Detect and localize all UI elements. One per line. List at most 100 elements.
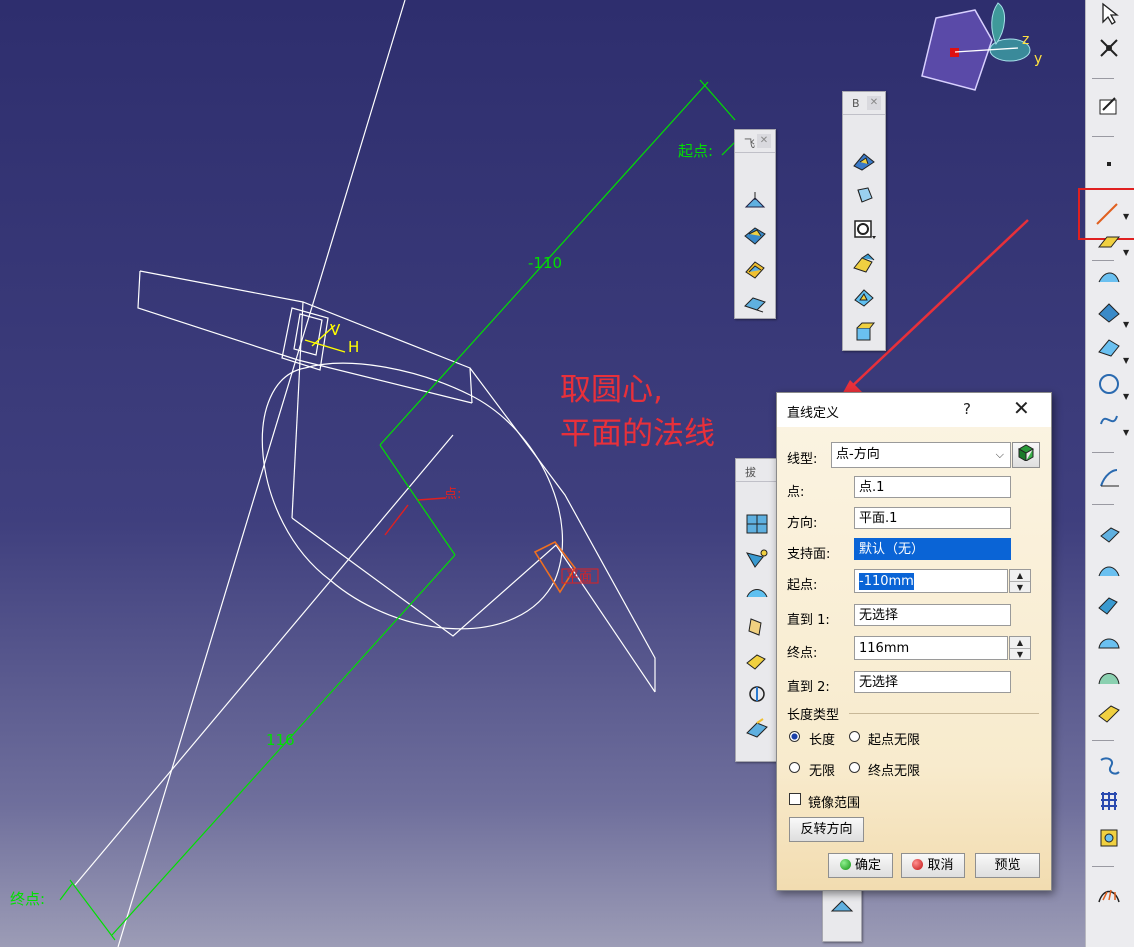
snap-tool-button[interactable] [1095,34,1123,62]
support-field[interactable]: 默认（无） [854,538,1011,560]
circle-curve[interactable] [261,362,564,630]
extrude-surface-button[interactable] [1095,520,1123,548]
dimension-start-value[interactable]: -110 [528,254,562,272]
infinite-radio[interactable] [789,762,800,773]
draft-tool-button[interactable] [743,544,771,572]
right-toolbar[interactable]: ▼ ▼ ▼ ▼ ▼ ▼ [1078,0,1134,947]
start-infinite-radio[interactable] [849,731,860,742]
length-radio[interactable] [789,731,800,742]
close-button[interactable]: ✕ [1013,396,1030,420]
analysis-tool-button[interactable] [1095,880,1123,908]
revolve-surface-button[interactable] [1095,556,1123,584]
blend-tool-button[interactable] [743,646,771,674]
toolbar-2-header[interactable]: B ✕ [843,92,885,115]
floating-toolbar-2[interactable]: B ✕ [842,91,886,351]
spline-tool-button[interactable] [1095,406,1123,434]
fill-surface-button[interactable] [1095,628,1123,656]
construction-line-1[interactable] [117,0,406,947]
spin-up-icon[interactable]: ▲ [1010,637,1030,649]
plane-tool-button[interactable] [828,893,856,921]
blend-surface-button[interactable] [1095,700,1123,728]
circle-point-tool-button[interactable] [850,215,878,243]
close-icon[interactable]: ✕ [757,134,771,148]
floating-toolbar-1[interactable]: 飞 ✕ [734,129,776,319]
sweep-surface-tool-button[interactable] [743,714,771,742]
intersection-tool-button[interactable] [1095,298,1123,326]
toolbar-1-header[interactable]: 飞 ✕ [735,130,775,153]
reverse-direction-button[interactable]: 反转方向 [789,817,864,842]
sketch-edge-mid[interactable] [297,359,473,404]
line-type-select[interactable]: 点-方向 ⌵ [831,442,1011,468]
ok-button[interactable]: 确定 [828,853,893,878]
sketch-edge-vert[interactable] [291,301,304,519]
sweep-tool-button[interactable] [741,187,769,215]
box-tool-button[interactable] [850,317,878,345]
fill-tool-button[interactable] [741,221,769,249]
revolve-tool-button[interactable] [743,578,771,606]
direction-field[interactable]: 平面.1 [854,507,1011,529]
spin-up-icon[interactable]: ▲ [1010,570,1030,582]
sketch-edge-bottom[interactable] [291,517,656,693]
compass-center[interactable] [950,48,959,57]
start-point-label[interactable]: 起点: [678,142,713,160]
healing-tool-button[interactable] [850,249,878,277]
construction-line-2[interactable] [74,434,454,886]
sketch-edge-left[interactable] [137,270,299,361]
plane-create-button[interactable] [1095,228,1123,256]
point-create-button[interactable] [1095,148,1123,176]
sketch-edge-top[interactable] [139,270,473,404]
pattern-tool-button[interactable] [1095,788,1123,816]
blend-icon [746,654,766,670]
dimension-end-value[interactable]: 116 [266,731,295,749]
close-icon[interactable]: ✕ [867,96,881,110]
curve-tool-button[interactable] [1095,334,1123,362]
extrude-icon [748,618,762,636]
spin-down-icon[interactable]: ▼ [1010,582,1030,593]
toolbar-3-header[interactable]: 拔 [736,459,778,482]
mirror-checkbox[interactable] [789,793,801,805]
line-definition-dialog[interactable]: 直线定义 ? ✕ 线型: 点-方向 ⌵ 点: 点.1 方向: 平面.1 支持面:… [776,392,1052,891]
end-field[interactable]: 116mm [854,636,1008,660]
loft-surface-button[interactable] [1095,664,1123,692]
cube-tool-button[interactable] [850,181,878,209]
spin-down-icon[interactable]: ▼ [1010,649,1030,660]
extrude-tool-button[interactable] [743,612,771,640]
upto2-field[interactable]: 无选择 [854,671,1011,693]
length-option-label[interactable]: 长度 [809,729,835,748]
rotate-tool-button[interactable] [743,680,771,708]
floating-toolbar-4[interactable] [822,888,862,942]
mirror-label[interactable]: 镜像范围 [808,792,860,811]
offset-tool-button[interactable] [741,255,769,283]
help-button[interactable]: ? [963,400,971,418]
point-icon [1107,162,1111,166]
preview-button[interactable]: 预览 [975,853,1040,878]
grid-tool-button[interactable] [743,510,771,538]
point-field[interactable]: 点.1 [854,476,1011,498]
cancel-button[interactable]: 取消 [901,853,965,878]
join-tool-button[interactable] [1095,752,1123,780]
dialog-titlebar[interactable]: 直线定义 ? ✕ [777,393,1051,427]
end-infinite-radio[interactable] [849,762,860,773]
end-infinite-option-label[interactable]: 终点无限 [868,760,920,779]
law-tool-button[interactable] [1095,464,1123,492]
end-point-label[interactable]: 终点: [10,890,45,908]
plane-1-outline[interactable] [281,307,329,371]
sketch-tool-button[interactable] [1095,92,1123,120]
end-spinner[interactable]: ▲ ▼ [1009,636,1031,660]
compass-arc[interactable] [991,2,1005,46]
projection-tool-button[interactable] [1095,264,1123,292]
start-infinite-option-label[interactable]: 起点无限 [868,729,920,748]
multisection-tool-button[interactable] [741,289,769,317]
select-tool-button[interactable] [1095,0,1123,28]
infinite-option-label[interactable]: 无限 [809,760,835,779]
start-spinner[interactable]: ▲ ▼ [1009,569,1031,593]
vertex-tool-button[interactable] [850,283,878,311]
law-editor-button[interactable] [1012,442,1040,468]
circle-tool-button[interactable] [1095,370,1123,398]
floating-toolbar-3[interactable]: 拔 [735,458,779,762]
upto1-field[interactable]: 无选择 [854,604,1011,626]
catalog-tool-button[interactable] [1095,824,1123,852]
start-field[interactable]: -110mm [854,569,1008,593]
sweep-surface-button[interactable] [1095,592,1123,620]
point-tool-button[interactable] [850,147,878,175]
